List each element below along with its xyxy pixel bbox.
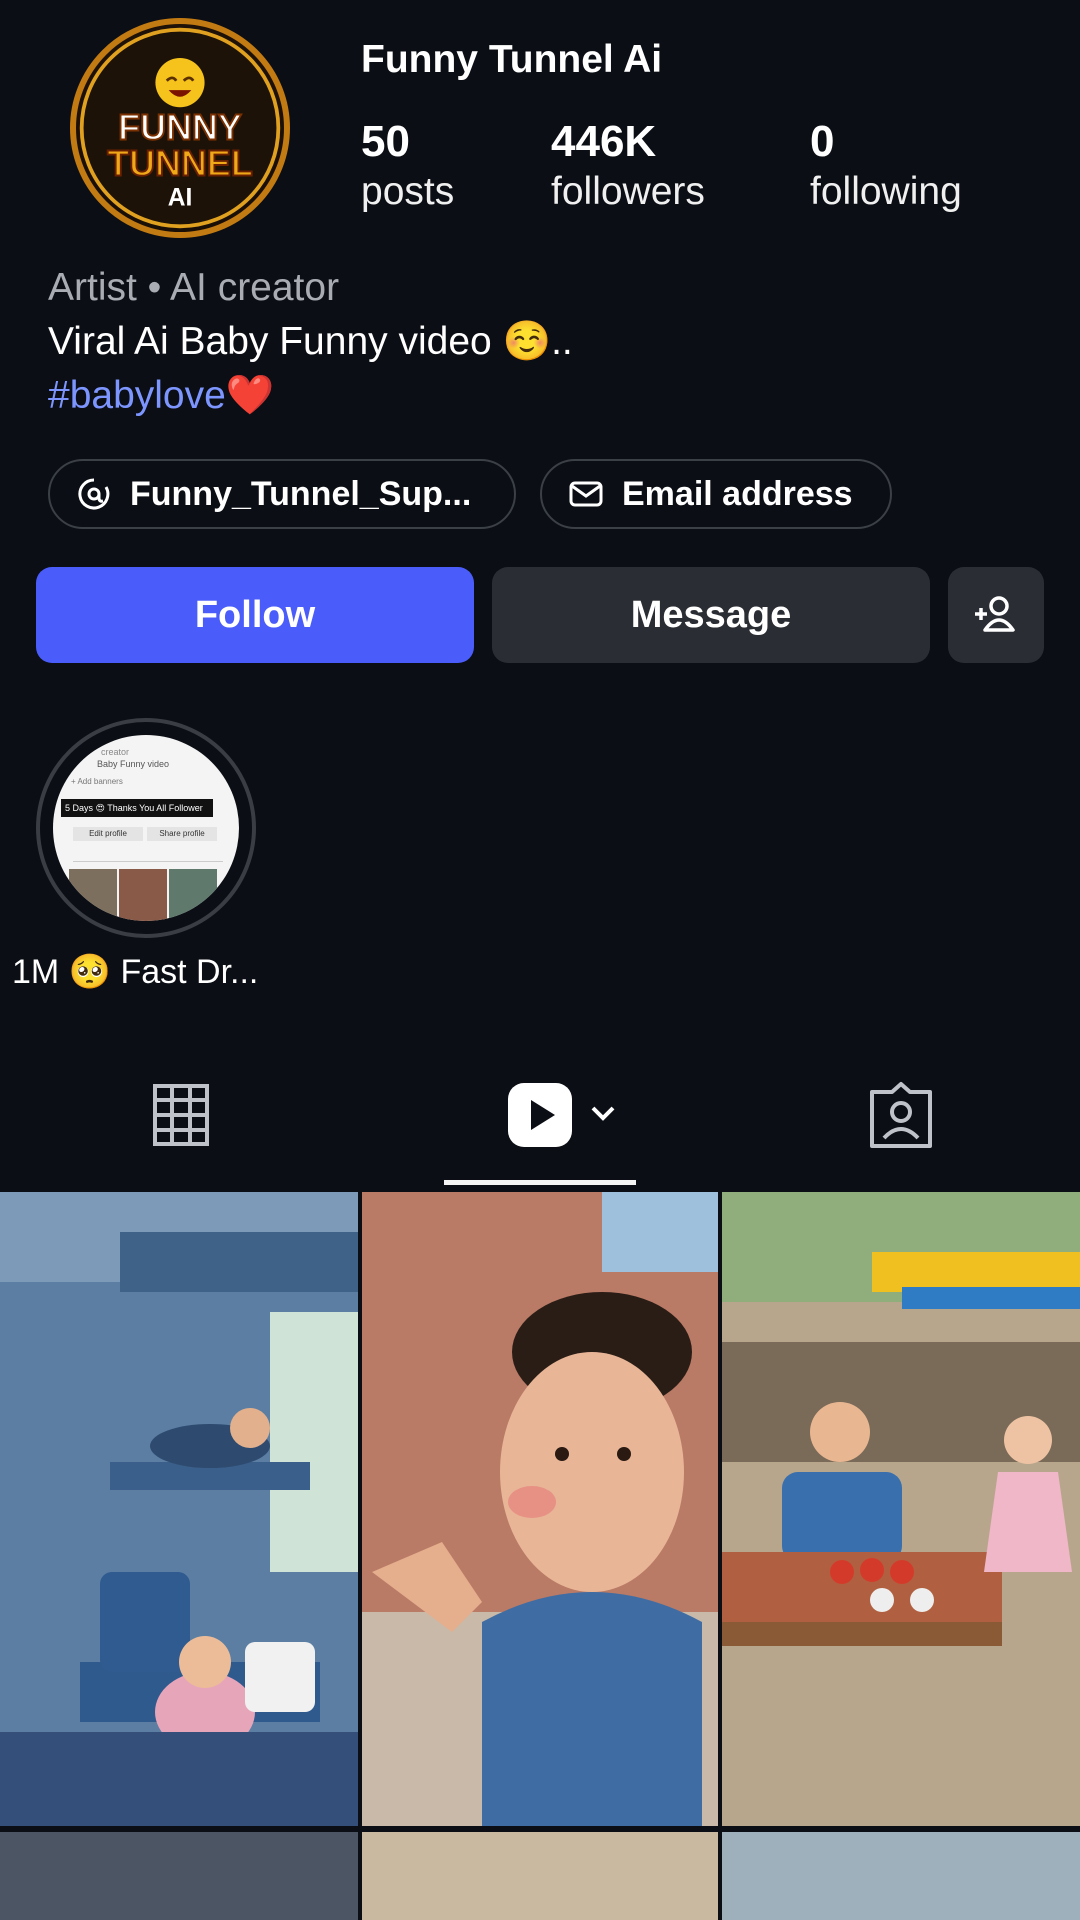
reels-icon [508, 1083, 615, 1147]
message-button[interactable]: Message [492, 567, 930, 663]
reel-thumbnail-market[interactable] [722, 1192, 1080, 1826]
heart-emoji: ❤️ [225, 374, 275, 417]
follow-button[interactable]: Follow [36, 567, 474, 663]
story-highlight[interactable]: creator Baby Funny video + Add banners 5… [36, 718, 256, 938]
highlight-thumbnail: creator Baby Funny video + Add banners 5… [53, 735, 239, 921]
avatar-text-bottom: AI [168, 185, 193, 212]
reel-thumbnail-train[interactable] [0, 1192, 358, 1826]
grid-icon [153, 1084, 209, 1146]
followers-count: 446K [551, 117, 657, 166]
email-link[interactable]: Email address [540, 459, 892, 529]
threads-link-label: Funny_Tunnel_Sup... [130, 474, 472, 513]
avatar-text-top: FUNNY [118, 106, 242, 147]
thumb-edit-profile: Edit profile [73, 827, 143, 841]
tagged-icon [870, 1082, 932, 1148]
posts-label: posts [361, 170, 455, 213]
tab-reels[interactable] [505, 1080, 625, 1150]
followers-label: followers [551, 170, 705, 213]
avatar-text-mid: TUNNEL [107, 142, 253, 183]
suggested-people-button[interactable] [948, 567, 1044, 663]
profile-category: Artist • AI creator [48, 266, 340, 309]
tab-tagged[interactable] [866, 1080, 936, 1150]
add-person-icon [975, 596, 1015, 632]
reel-thumbnail-4[interactable] [0, 1832, 358, 1920]
thumb-share-profile: Share profile [147, 827, 217, 841]
following-count: 0 [810, 117, 835, 166]
chevron-down-icon [591, 1106, 615, 1121]
active-tab-indicator [444, 1180, 636, 1185]
reel-thumbnail-6[interactable] [722, 1832, 1080, 1920]
highlight-label: 1M 🥺 Fast Dr... [12, 953, 259, 991]
threads-icon [78, 478, 110, 510]
following-label: following [810, 170, 962, 213]
reel-thumbnail-palace[interactable] [362, 1192, 718, 1826]
thumb-line3: + Add banners [71, 777, 123, 786]
email-link-label: Email address [622, 474, 853, 513]
profile-avatar[interactable]: FUNNY TUNNEL AI [70, 18, 290, 238]
posts-stat[interactable]: 50 posts [361, 118, 454, 218]
tab-grid[interactable] [146, 1080, 216, 1150]
followers-stat[interactable]: 446K followers [551, 118, 705, 218]
thumb-banner: 5 Days 😍 Thanks You All Follower [61, 799, 213, 817]
threads-link[interactable]: Funny_Tunnel_Sup... [48, 459, 516, 529]
profile-username: Funny Tunnel Ai [361, 38, 663, 81]
following-stat[interactable]: 0 following [810, 118, 962, 218]
thumb-line1: creator [101, 747, 130, 757]
thumb-line2: Baby Funny video [97, 759, 170, 769]
mail-icon [569, 481, 603, 507]
hashtag-link[interactable]: #babylove [48, 374, 226, 417]
profile-bio: Viral Ai Baby Funny video ☺️.. [48, 320, 573, 363]
profile-hashtag-line[interactable]: #babylove❤️ [48, 372, 274, 418]
reel-thumbnail-5[interactable] [362, 1832, 718, 1920]
posts-count: 50 [361, 117, 410, 166]
